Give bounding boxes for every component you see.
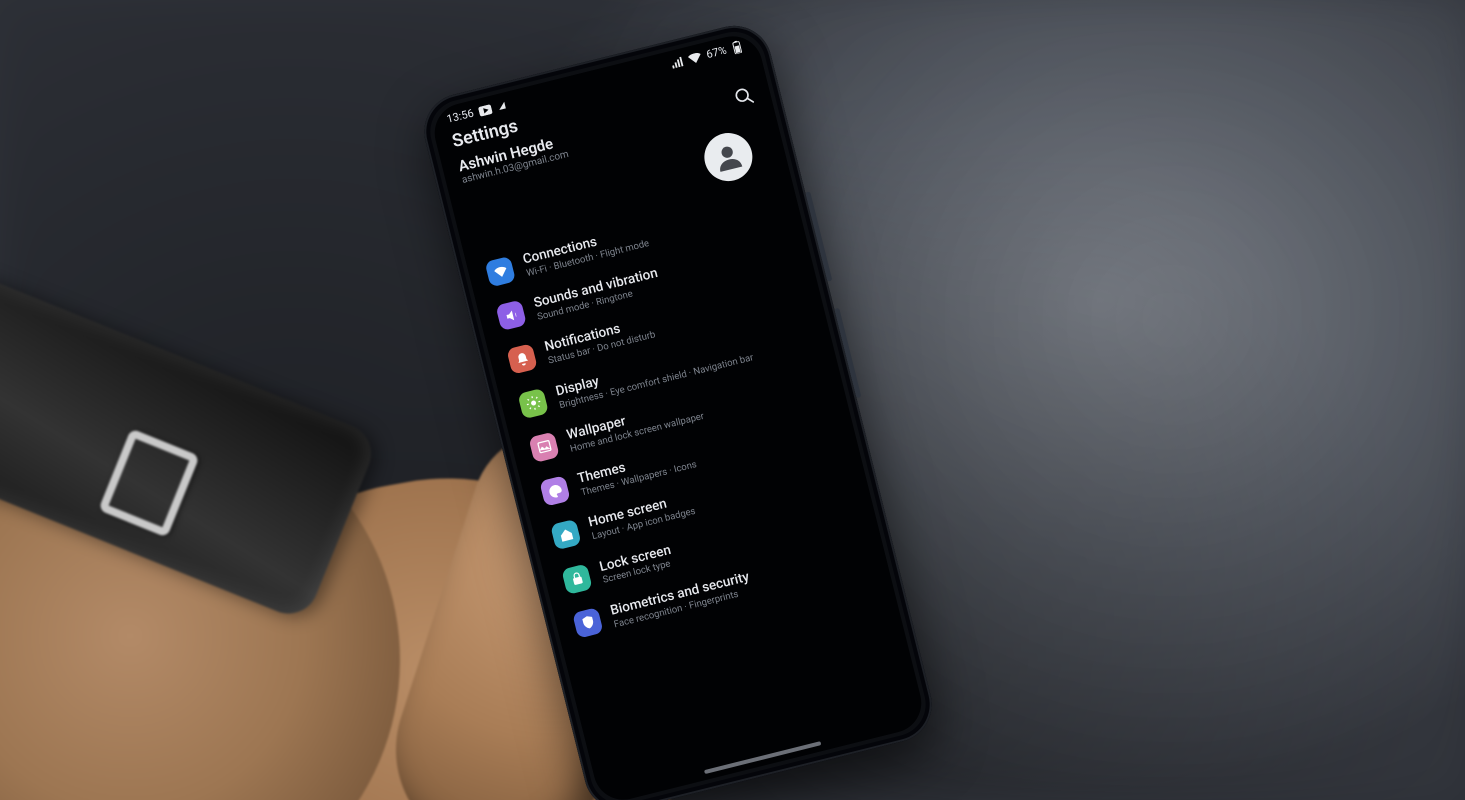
- search-button[interactable]: [732, 84, 757, 112]
- sound-icon: [495, 300, 527, 332]
- home-icon: [550, 519, 582, 551]
- youtube-icon: [478, 103, 493, 116]
- bell-icon: [506, 344, 538, 376]
- battery-icon: [731, 40, 744, 55]
- image-icon: [528, 431, 560, 463]
- person-icon: [710, 139, 746, 175]
- sun-icon: [517, 388, 549, 420]
- search-icon: [732, 84, 756, 108]
- account-avatar[interactable]: [699, 128, 757, 186]
- photo-background: 13:56 67%: [0, 0, 1465, 800]
- wifi-icon: [687, 51, 702, 64]
- palette-icon: [539, 475, 571, 507]
- location-icon: [496, 99, 507, 112]
- shield-icon: [572, 607, 604, 639]
- wifi-icon: [485, 256, 517, 288]
- signal-icon: [669, 56, 683, 69]
- lock-icon: [561, 563, 593, 595]
